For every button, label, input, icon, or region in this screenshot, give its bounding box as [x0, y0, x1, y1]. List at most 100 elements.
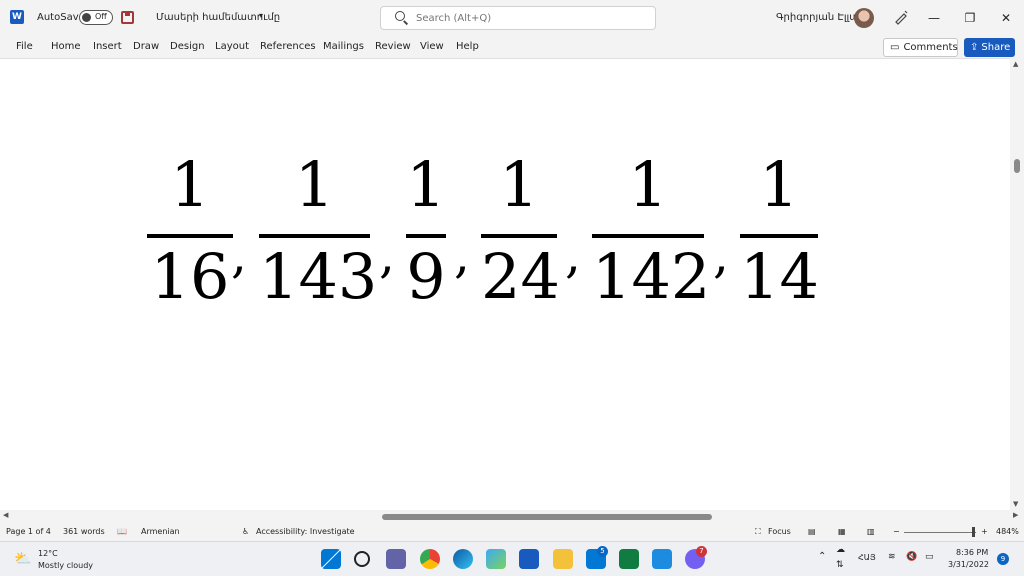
vertical-scrollbar[interactable]: ▲ ▼: [1010, 58, 1024, 510]
vertical-scroll-thumb[interactable]: [1014, 159, 1020, 173]
chevron-up-icon[interactable]: ⌃: [818, 551, 826, 562]
search-icon[interactable]: [354, 551, 370, 567]
fraction-bar: [740, 234, 818, 238]
focus-button[interactable]: Focus: [768, 527, 791, 536]
mail-badge: 5: [597, 546, 608, 557]
share-label: Share: [981, 42, 1011, 53]
tab-help[interactable]: Help: [456, 41, 479, 52]
fraction-bar: [147, 234, 233, 238]
excel-icon[interactable]: [619, 549, 639, 569]
share-button[interactable]: ⇪ Share: [964, 38, 1015, 57]
ribbon-tabs: File Home Insert Draw Design Layout Refe…: [0, 36, 1024, 58]
weather-desc[interactable]: Mostly cloudy: [38, 561, 93, 570]
zoom-level[interactable]: 484%: [996, 527, 1019, 536]
word-count[interactable]: 361 words: [63, 527, 105, 536]
zoom-slider[interactable]: [904, 532, 976, 533]
weather-icon[interactable]: ⛅: [14, 551, 31, 567]
autosave-label: AutoSave: [37, 12, 85, 23]
clock-time[interactable]: 8:36 PM: [956, 548, 988, 557]
close-icon[interactable]: ✕: [996, 8, 1016, 28]
comment-icon: ▭: [890, 42, 900, 53]
tab-insert[interactable]: Insert: [93, 41, 122, 52]
tab-draw[interactable]: Draw: [133, 41, 159, 52]
read-mode-icon[interactable]: ▤: [808, 527, 816, 536]
fraction-bar: [481, 234, 557, 238]
volume-muted-icon[interactable]: 🔇: [906, 552, 917, 562]
zoom-out-icon[interactable]: −: [893, 527, 900, 536]
search-input[interactable]: [416, 11, 636, 26]
edge-icon[interactable]: [453, 549, 473, 569]
comments-label: Comments: [903, 42, 958, 53]
scroll-up-icon[interactable]: ▲: [1013, 60, 1018, 68]
accessibility-status[interactable]: Accessibility: Investigate: [256, 527, 355, 536]
scroll-left-icon[interactable]: ◀: [3, 511, 8, 519]
fraction-denominator: 9: [406, 240, 446, 313]
fraction-denominator: 24: [481, 240, 560, 313]
clock-date[interactable]: 3/31/2022: [948, 560, 989, 569]
fraction-numerator: 1: [759, 148, 799, 221]
cloud-icon[interactable]: ☁: [836, 545, 845, 555]
avatar[interactable]: [854, 8, 874, 28]
tab-home[interactable]: Home: [51, 41, 81, 52]
separator-comma: ,: [454, 226, 470, 284]
user-name[interactable]: Գրիգորյան Էլլա: [776, 12, 859, 23]
tab-file[interactable]: File: [16, 41, 33, 52]
page-count[interactable]: Page 1 of 4: [6, 527, 51, 536]
horizontal-scrollbar[interactable]: ◀ ▶: [0, 510, 1024, 523]
share-icon: ⇪: [970, 42, 979, 53]
fraction-denominator: 143: [259, 240, 378, 313]
print-layout-icon[interactable]: ▦: [838, 527, 846, 536]
fraction-numerator: 1: [499, 148, 539, 221]
comments-button[interactable]: ▭ Comments: [883, 38, 958, 57]
tab-layout[interactable]: Layout: [215, 41, 249, 52]
photos-icon[interactable]: [486, 549, 506, 569]
tab-mailings[interactable]: Mailings: [323, 41, 364, 52]
designer-pen-icon[interactable]: [893, 9, 909, 25]
fraction: 1 24: [481, 148, 560, 313]
language-status[interactable]: Armenian: [141, 527, 180, 536]
fraction: 1 142: [592, 148, 710, 312]
notification-badge[interactable]: 9: [997, 553, 1009, 565]
zoom-in-icon[interactable]: +: [981, 527, 988, 536]
wifi-icon[interactable]: ≋: [888, 552, 896, 562]
fraction: 1 16: [147, 148, 233, 312]
search-box[interactable]: [380, 6, 656, 30]
minimize-icon[interactable]: —: [924, 8, 944, 28]
tab-view[interactable]: View: [420, 41, 444, 52]
fraction-bar: [259, 234, 370, 238]
onedrive-icon[interactable]: ⇅: [836, 560, 844, 570]
accessibility-icon: ♿: [242, 527, 250, 536]
tab-design[interactable]: Design: [170, 41, 205, 52]
file-explorer-icon[interactable]: [553, 549, 573, 569]
fraction-numerator: 1: [406, 148, 446, 221]
autosave-toggle[interactable]: Off: [79, 10, 113, 25]
gallery-icon[interactable]: [652, 549, 672, 569]
word-taskbar-icon[interactable]: [519, 549, 539, 569]
separator-comma: ,: [231, 226, 247, 284]
horizontal-scroll-thumb[interactable]: [382, 514, 712, 520]
fraction: 1 143: [259, 150, 378, 313]
chevron-down-icon[interactable]: ▾: [259, 11, 263, 20]
save-icon[interactable]: [121, 11, 134, 24]
start-icon[interactable]: [321, 549, 341, 569]
teams-icon[interactable]: [386, 549, 406, 569]
chrome-icon[interactable]: [420, 549, 440, 569]
scroll-down-icon[interactable]: ▼: [1013, 500, 1018, 508]
tab-references[interactable]: References: [260, 41, 316, 52]
status-bar: Page 1 of 4 361 words 📖 Armenian ♿ Acces…: [0, 523, 1024, 541]
web-layout-icon[interactable]: ▥: [867, 527, 875, 536]
proofing-icon[interactable]: 📖: [117, 527, 127, 536]
weather-temp[interactable]: 12°C: [38, 549, 58, 558]
viber-badge: 7: [696, 546, 707, 557]
separator-comma: ,: [379, 226, 395, 284]
fraction-numerator: 1: [170, 148, 210, 221]
tab-review[interactable]: Review: [375, 41, 411, 52]
battery-icon[interactable]: ▭: [925, 552, 934, 562]
fraction: 1 14: [740, 148, 819, 312]
restore-icon[interactable]: ❐: [960, 8, 980, 28]
separator-comma: ,: [565, 226, 581, 284]
scroll-right-icon[interactable]: ▶: [1013, 511, 1018, 519]
fraction-numerator: 1: [628, 148, 668, 221]
zoom-slider-thumb[interactable]: [972, 527, 976, 537]
input-language[interactable]: ՀԱՅ: [858, 553, 876, 562]
